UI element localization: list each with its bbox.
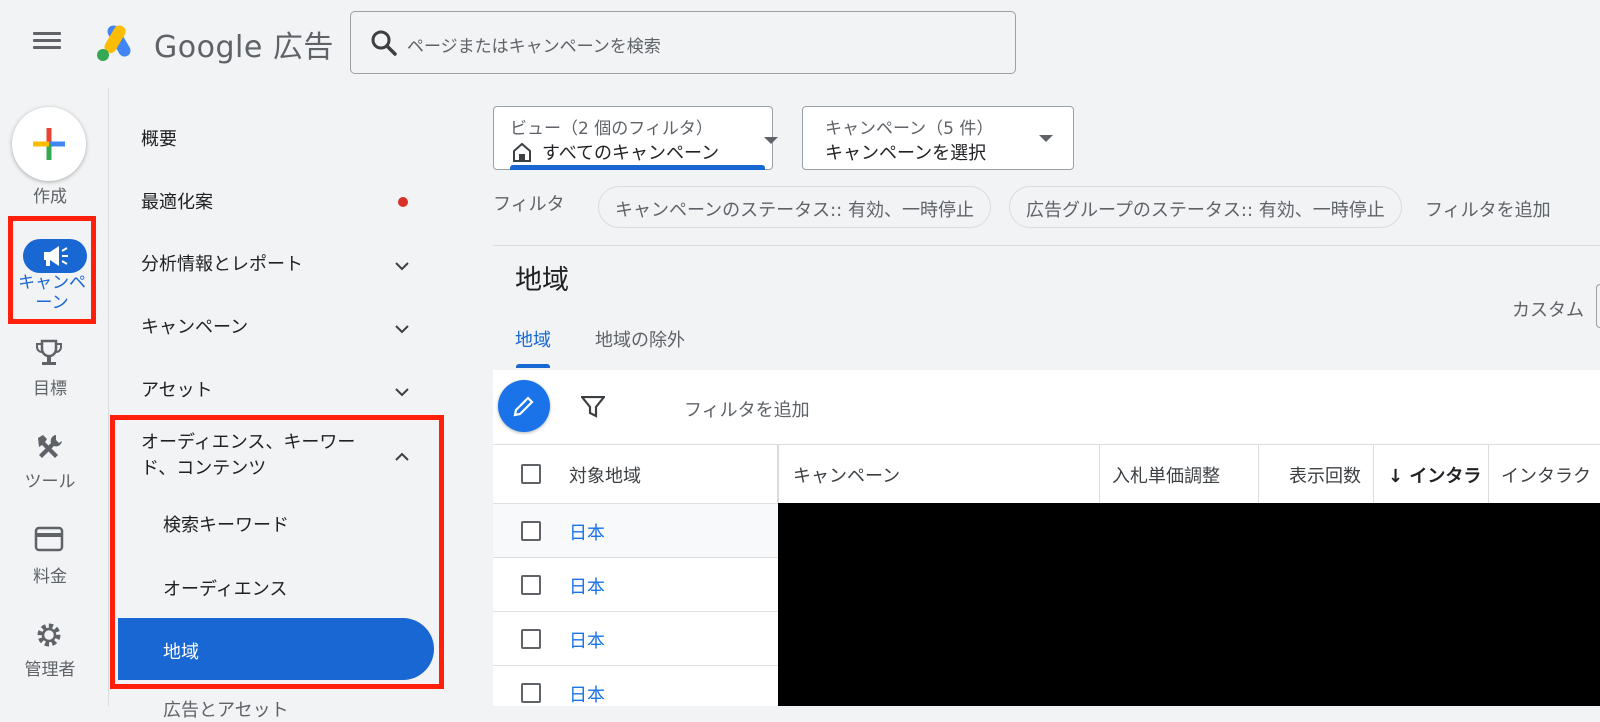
campaign-dropdown-caption: キャンペーン（5 件） [825, 119, 994, 139]
plus-icon [33, 128, 65, 160]
filter-label: フィルタ [493, 194, 565, 215]
add-filter-link[interactable]: フィルタを追加 [1425, 196, 1551, 222]
top-bar: Google 広告 ページまたはキャンペーンを検索 [0, 0, 1600, 88]
filter-icon[interactable] [581, 396, 605, 418]
edit-button[interactable] [498, 380, 550, 432]
date-range-box[interactable] [1596, 284, 1600, 328]
menu-icon[interactable] [30, 28, 64, 58]
view-dropdown-caption: ビュー（2 個のフィルタ） [510, 119, 713, 139]
nav-item-assets[interactable]: アセット [141, 376, 213, 402]
tab-active-indicator [516, 364, 550, 368]
create-label: 作成 [33, 187, 67, 207]
nav-item-recommendations[interactable]: 最適化案 [141, 188, 213, 214]
tools-icon [38, 435, 62, 458]
table-row[interactable]: 日本 [493, 557, 778, 611]
location-link[interactable]: 日本 [569, 627, 605, 653]
page-title: 地域 [515, 265, 569, 296]
row-checkbox[interactable] [521, 629, 541, 649]
row-checkbox[interactable] [521, 683, 541, 703]
column-header-target[interactable]: 対象地域 [569, 445, 778, 503]
column-header-impressions[interactable]: 表示回数 [1259, 445, 1374, 503]
table-add-filter[interactable]: フィルタを追加 [684, 396, 810, 422]
nav-item-campaigns[interactable]: キャンペーン [141, 313, 248, 339]
table-row[interactable]: 日本 [493, 611, 778, 665]
highlight-box [110, 415, 444, 689]
table-card: フィルタを追加 対象地域 キャンペーン 入札単価調整 表示回数 ↓ インタラ イ… [493, 370, 1600, 706]
nav-item-insights[interactable]: 分析情報とレポート [141, 250, 303, 276]
chevron-down-icon[interactable] [394, 261, 410, 271]
table-row[interactable]: 日本 [493, 665, 778, 719]
goals-label[interactable]: 目標 [0, 374, 100, 399]
gear-icon [37, 623, 61, 647]
arrow-down-icon: ↓ [1388, 466, 1410, 487]
filter-chip-adgroup-status[interactable]: 広告グループのステータス:: 有効、一時停止 [1009, 186, 1402, 228]
tab-location-exclusions[interactable]: 地域の除外 [595, 326, 685, 352]
campaigns-pill [23, 239, 87, 273]
date-range-custom[interactable]: カスタム [1512, 296, 1584, 322]
campaign-dropdown[interactable]: キャンペーン（5 件） キャンペーンを選択 [802, 106, 1074, 170]
pencil-icon [513, 396, 534, 417]
row-checkbox[interactable] [521, 521, 541, 541]
column-header-interactions-label: インタラ [1409, 466, 1482, 487]
view-dropdown[interactable]: ビュー（2 個のフィルタ） すべてのキャンペーン [493, 106, 778, 170]
location-link[interactable]: 日本 [569, 681, 605, 707]
search-icon [371, 30, 397, 56]
nav-item-ads-assets[interactable]: 広告とアセット [163, 696, 289, 722]
google-ads-logo [97, 25, 131, 61]
create-button[interactable] [12, 107, 86, 181]
trophy-icon [36, 339, 62, 365]
notification-dot [398, 197, 408, 207]
megaphone-icon [44, 246, 68, 266]
location-link[interactable]: 日本 [569, 519, 605, 545]
rail-item-campaigns[interactable]: キャンペーン [8, 216, 96, 324]
column-header-bid-adjustment[interactable]: 入札単価調整 [1100, 445, 1259, 503]
search-placeholder: ページまたはキャンペーンを検索 [407, 37, 661, 57]
filter-chip-campaign-status[interactable]: キャンペーンのステータス:: 有効、一時停止 [598, 186, 991, 228]
brand-name: Google 広告 [154, 30, 334, 65]
tab-locations[interactable]: 地域 [515, 326, 551, 352]
column-header-interactions-sorted[interactable]: ↓ インタラ [1374, 445, 1489, 503]
credit-card-icon [34, 526, 64, 552]
campaign-dropdown-value: キャンペーンを選択 [825, 143, 987, 164]
admin-label[interactable]: 管理者 [0, 655, 100, 680]
select-all-checkbox[interactable] [521, 464, 541, 484]
column-header-campaign[interactable]: キャンペーン [778, 445, 1100, 503]
home-icon [513, 142, 531, 162]
location-link[interactable]: 日本 [569, 573, 605, 599]
nav-item-overview[interactable]: 概要 [141, 125, 177, 151]
row-checkbox[interactable] [521, 575, 541, 595]
caret-down-icon [1039, 135, 1053, 142]
tools-label[interactable]: ツール [0, 467, 100, 492]
caret-down-icon [764, 137, 778, 144]
active-indicator [510, 165, 765, 170]
rail-divider [108, 88, 109, 706]
chevron-down-icon[interactable] [394, 387, 410, 397]
divider [493, 245, 1600, 246]
column-header-interaction-rate[interactable]: インタラク [1489, 445, 1600, 503]
table-row[interactable]: 日本 [493, 503, 778, 557]
search-input[interactable]: ページまたはキャンペーンを検索 [350, 11, 1016, 74]
redacted-area [778, 503, 1600, 706]
campaigns-label: キャンペーン [18, 273, 86, 313]
view-dropdown-value: すべてのキャンペーン [542, 143, 720, 164]
billing-label[interactable]: 料金 [0, 562, 100, 587]
table-header: 対象地域 キャンペーン 入札単価調整 表示回数 ↓ インタラ インタラク [493, 445, 1600, 503]
chevron-down-icon[interactable] [394, 324, 410, 334]
